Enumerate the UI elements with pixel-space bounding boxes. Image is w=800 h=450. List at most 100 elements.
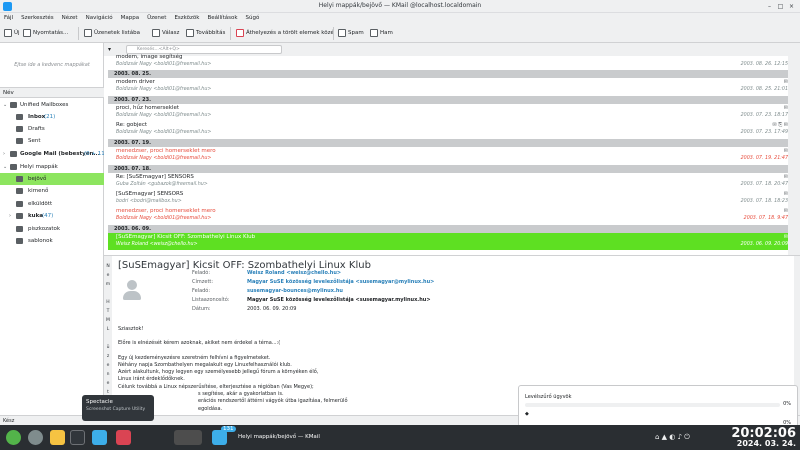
system-tray[interactable]: ⌂ ▲ ◐ ♪ ⏻ — [655, 433, 690, 442]
header-sender: Feladó: susemagyar-bounces@mylinux.hu — [192, 288, 343, 294]
folder-local-folders[interactable]: ⌄ Helyi mappák — [0, 161, 104, 173]
printer-icon — [23, 29, 31, 37]
filter-progress-bar — [525, 403, 780, 407]
sender-avatar — [118, 276, 146, 304]
unread-badge: 131 — [221, 426, 236, 432]
move-to-trash-button[interactable]: Áthelyezés a törölt elemek közé — [236, 28, 334, 39]
close-icon[interactable]: × — [787, 2, 796, 11]
spam-button[interactable]: Spam — [338, 28, 364, 39]
templates-icon — [16, 238, 23, 244]
date-group-header[interactable]: 2003. 07. 23. — [108, 96, 792, 104]
application-launcher-icon[interactable] — [6, 430, 21, 445]
print-button[interactable]: Nyomtatás... — [23, 28, 68, 39]
menu-navigation[interactable]: Navigáció — [82, 13, 117, 23]
maximize-icon[interactable]: □ — [776, 2, 785, 11]
inbox-icon — [16, 114, 23, 120]
search-input[interactable]: Keresés...<Alt+Q> — [126, 45, 282, 54]
chevron-right-icon[interactable]: › — [9, 210, 11, 222]
reply-button[interactable]: Válasz — [152, 28, 179, 39]
message-row[interactable]: [SuSEmagyar] SENSORS ✉ bodri <bodri@mail… — [108, 190, 792, 207]
message-row-unread[interactable]: menedzser, proci homerseklet mero ✉ Bold… — [108, 147, 792, 164]
spectacle-tooltip: Spectacle Screenshot Capture Utility — [82, 395, 154, 421]
inbox-icon — [16, 176, 23, 182]
shield-icon: ◆ — [525, 411, 529, 417]
message-status-icon[interactable]: ✉ ⎘ ✉ — [772, 122, 788, 128]
message-row[interactable]: proci, hűz homerseklet ✉ Boldizsár Nagy … — [108, 104, 792, 121]
header-to: Címzett: Magyar SuSE közösség levelezőlis… — [192, 279, 435, 285]
google-mail-icon — [10, 151, 17, 157]
local-folder-icon — [10, 164, 17, 170]
trash-icon — [236, 29, 244, 37]
reply-icon — [152, 29, 160, 37]
menu-view[interactable]: Nézet — [58, 13, 82, 23]
chameleon-icon[interactable] — [28, 430, 43, 445]
folder-unified-mailboxes[interactable]: ⌄ Unified Mailboxes — [0, 99, 104, 111]
message-row[interactable]: modem, image segítség Boldizsár Nagy <bo… — [108, 54, 792, 69]
folder-sent[interactable]: Sent — [0, 135, 104, 147]
virtual-desktop-pager[interactable] — [174, 430, 202, 445]
message-list: ▾ Keresés...<Alt+Q> modem, image segítsé… — [104, 43, 794, 255]
favorites-drop-zone[interactable]: Ejtse ide a kedvenc mappákat — [0, 43, 104, 88]
chevron-right-icon[interactable]: › — [3, 148, 5, 160]
menu-message[interactable]: Üzenet — [143, 13, 170, 23]
minimize-icon[interactable]: – — [765, 2, 774, 11]
spam-icon — [338, 29, 346, 37]
drafts-icon — [16, 126, 23, 132]
new-mail-icon — [4, 29, 12, 37]
folder-bejovo[interactable]: bejövő — [0, 173, 104, 185]
terminal-icon[interactable] — [70, 430, 85, 445]
title-bar[interactable]: Helyi mappák/bejövő — KMail @localhost.l… — [0, 0, 800, 13]
menu-file[interactable]: Fájl — [0, 13, 17, 23]
toolbar-separator — [230, 27, 231, 40]
new-message-button[interactable]: Új — [4, 28, 20, 39]
digital-clock[interactable]: 20:02:06 2024. 03. 24. — [731, 426, 796, 448]
folder-sablonok[interactable]: sablonok — [0, 235, 104, 247]
date-group-header[interactable]: 2003. 06. 09. — [108, 225, 792, 233]
folder-drafts[interactable]: Drafts — [0, 123, 104, 135]
forward-button[interactable]: Továbbítás — [186, 28, 225, 39]
message-list-scrollbar[interactable] — [788, 56, 794, 255]
filter-icon[interactable]: ▾ — [108, 46, 111, 53]
toolbar: Új Nyomtatás... Üzenetek listába Válasz … — [0, 23, 800, 43]
menu-tools[interactable]: Eszközök — [170, 13, 203, 23]
trash-icon — [16, 213, 23, 219]
toolbar-separator — [333, 27, 334, 40]
message-row[interactable]: modem driver ✉ Boldizsár Nagy <boldi01@f… — [108, 78, 792, 95]
header-from: Feladó: Weisz Roland <weisz@chello.hu> — [192, 270, 342, 276]
mailbox-icon — [10, 102, 17, 108]
folder-elkuldott[interactable]: elküldött — [0, 198, 104, 210]
file-manager-icon[interactable] — [50, 430, 65, 445]
folder-kimeno[interactable]: kimenő — [0, 185, 104, 197]
message-row-unread[interactable]: menedzser, proci homerseklet mero ✉ Bold… — [108, 207, 792, 224]
folder-google-mail[interactable]: ›Google Mail (bebestyen...(0 + 110 — [0, 148, 104, 160]
menu-edit[interactable]: Szerkesztés — [17, 13, 58, 23]
kmail-taskbar-icon[interactable] — [212, 430, 227, 445]
chevron-down-icon[interactable]: ⌄ — [3, 99, 7, 111]
date-group-header[interactable]: 2003. 07. 19. — [108, 139, 792, 147]
message-list-button[interactable]: Üzenetek listába — [84, 28, 140, 39]
outbox-icon — [16, 188, 23, 194]
folder-inbox[interactable]: Inbox (21) — [0, 111, 104, 123]
menu-help[interactable]: Súgó — [242, 13, 264, 23]
taskbar: 131 Helyi mappák/bejövő — KMail ⌂ ▲ ◐ ♪ … — [0, 425, 800, 450]
date-group-header[interactable]: 2003. 08. 25. — [108, 70, 792, 78]
folder-piszkozatok[interactable]: piszkozatok — [0, 223, 104, 235]
message-row[interactable]: Re: gobject ✉ ⎘ ✉ Boldizsár Nagy <boldi0… — [108, 121, 792, 138]
ham-button[interactable]: Ham — [370, 28, 393, 39]
folder-kuka[interactable]: › kuka (47) — [0, 210, 104, 222]
task-kmail[interactable]: Helyi mappák/bejövő — KMail — [238, 434, 320, 440]
date-group-header[interactable]: 2003. 07. 18. — [108, 165, 792, 173]
spectacle-icon[interactable] — [116, 430, 131, 445]
chevron-down-icon[interactable]: ⌄ — [3, 161, 7, 173]
sent-icon — [16, 138, 23, 144]
message-row[interactable]: Re: [SuSEmagyar] SENSORS ✉ Guba Zoltán <… — [108, 173, 792, 190]
screenshot-icon[interactable] — [92, 430, 107, 445]
ham-icon — [370, 29, 378, 37]
folder-column-header[interactable]: Név — [0, 88, 104, 98]
kmail-window: Helyi mappák/bejövő — KMail @localhost.l… — [0, 0, 800, 425]
drafts-icon — [16, 226, 23, 232]
folder-pane: Ejtse ide a kedvenc mappákat Név ⌄ Unifie… — [0, 43, 104, 415]
message-row-selected[interactable]: [SuSEmagyar] Kicsit OFF: Szombathelyi Li… — [108, 233, 792, 250]
menu-settings[interactable]: Beállítások — [203, 13, 241, 23]
menu-folder[interactable]: Mappa — [117, 13, 143, 23]
